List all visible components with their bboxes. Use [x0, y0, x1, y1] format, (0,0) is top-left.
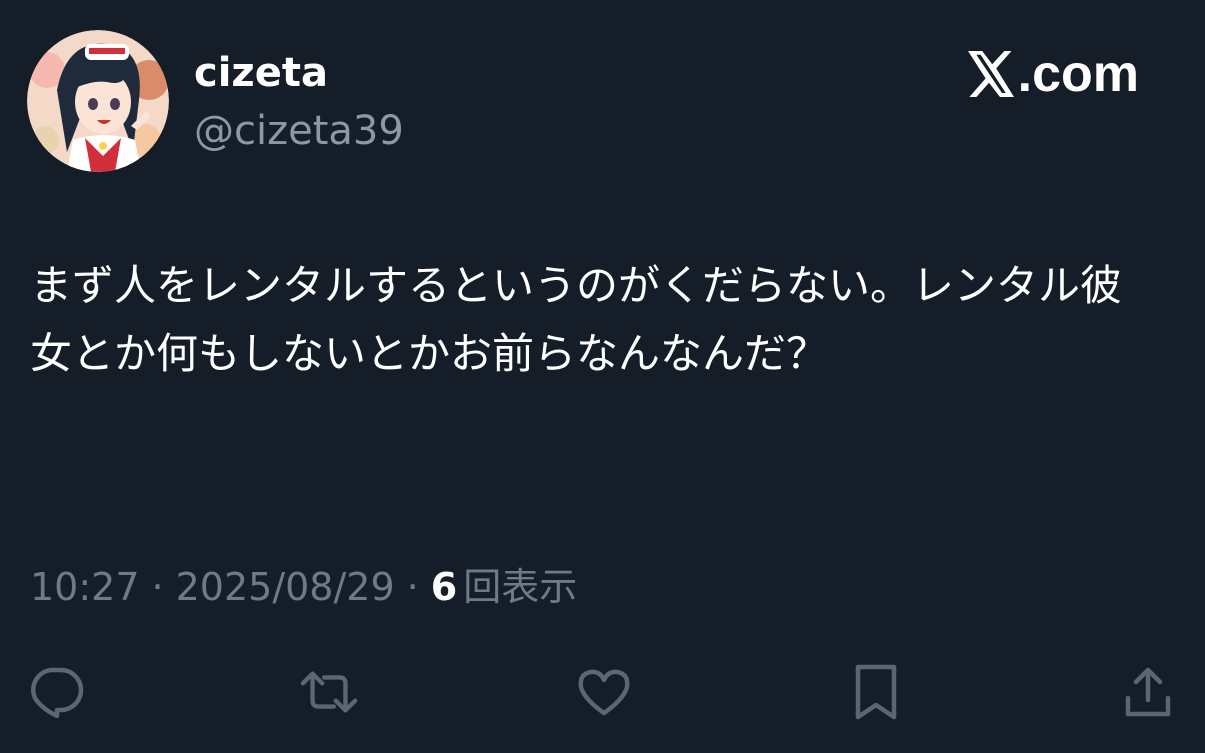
user-handle[interactable]: @cizeta39 — [194, 106, 404, 156]
action-bar — [0, 662, 1205, 722]
meta-separator: · — [406, 565, 419, 609]
site-logo: .com — [967, 44, 1139, 104]
meta-separator: · — [151, 565, 164, 609]
like-icon — [578, 669, 630, 716]
site-domain-suffix: .com — [1017, 45, 1139, 103]
like-button[interactable] — [574, 662, 634, 722]
tweet-date[interactable]: 2025/08/29 — [176, 562, 395, 612]
share-icon — [1125, 667, 1171, 717]
x-logo-icon — [967, 51, 1014, 97]
tweet-text: まず人をレンタルするというのがくだらない。レンタル彼女とか何もしないとかお前らな… — [30, 261, 1123, 378]
retweet-icon — [300, 671, 358, 713]
retweet-button[interactable] — [299, 662, 359, 722]
avatar[interactable] — [27, 30, 169, 172]
tweet-time[interactable]: 10:27 — [30, 562, 140, 612]
tweet-card: cizeta @cizeta39 .com まず人をレンタルするというのがくだら… — [0, 0, 1205, 753]
tweet-meta: 10:27 · 2025/08/29 · 6 回表示 — [30, 562, 577, 612]
reply-button[interactable] — [26, 662, 86, 722]
reply-icon — [31, 667, 84, 718]
bookmark-icon — [855, 664, 897, 720]
views-count: 6 — [430, 565, 458, 609]
share-button[interactable] — [1118, 662, 1178, 722]
bookmark-button[interactable] — [846, 662, 906, 722]
views-label: 回表示 — [463, 565, 578, 609]
display-name[interactable]: cizeta — [194, 48, 328, 98]
